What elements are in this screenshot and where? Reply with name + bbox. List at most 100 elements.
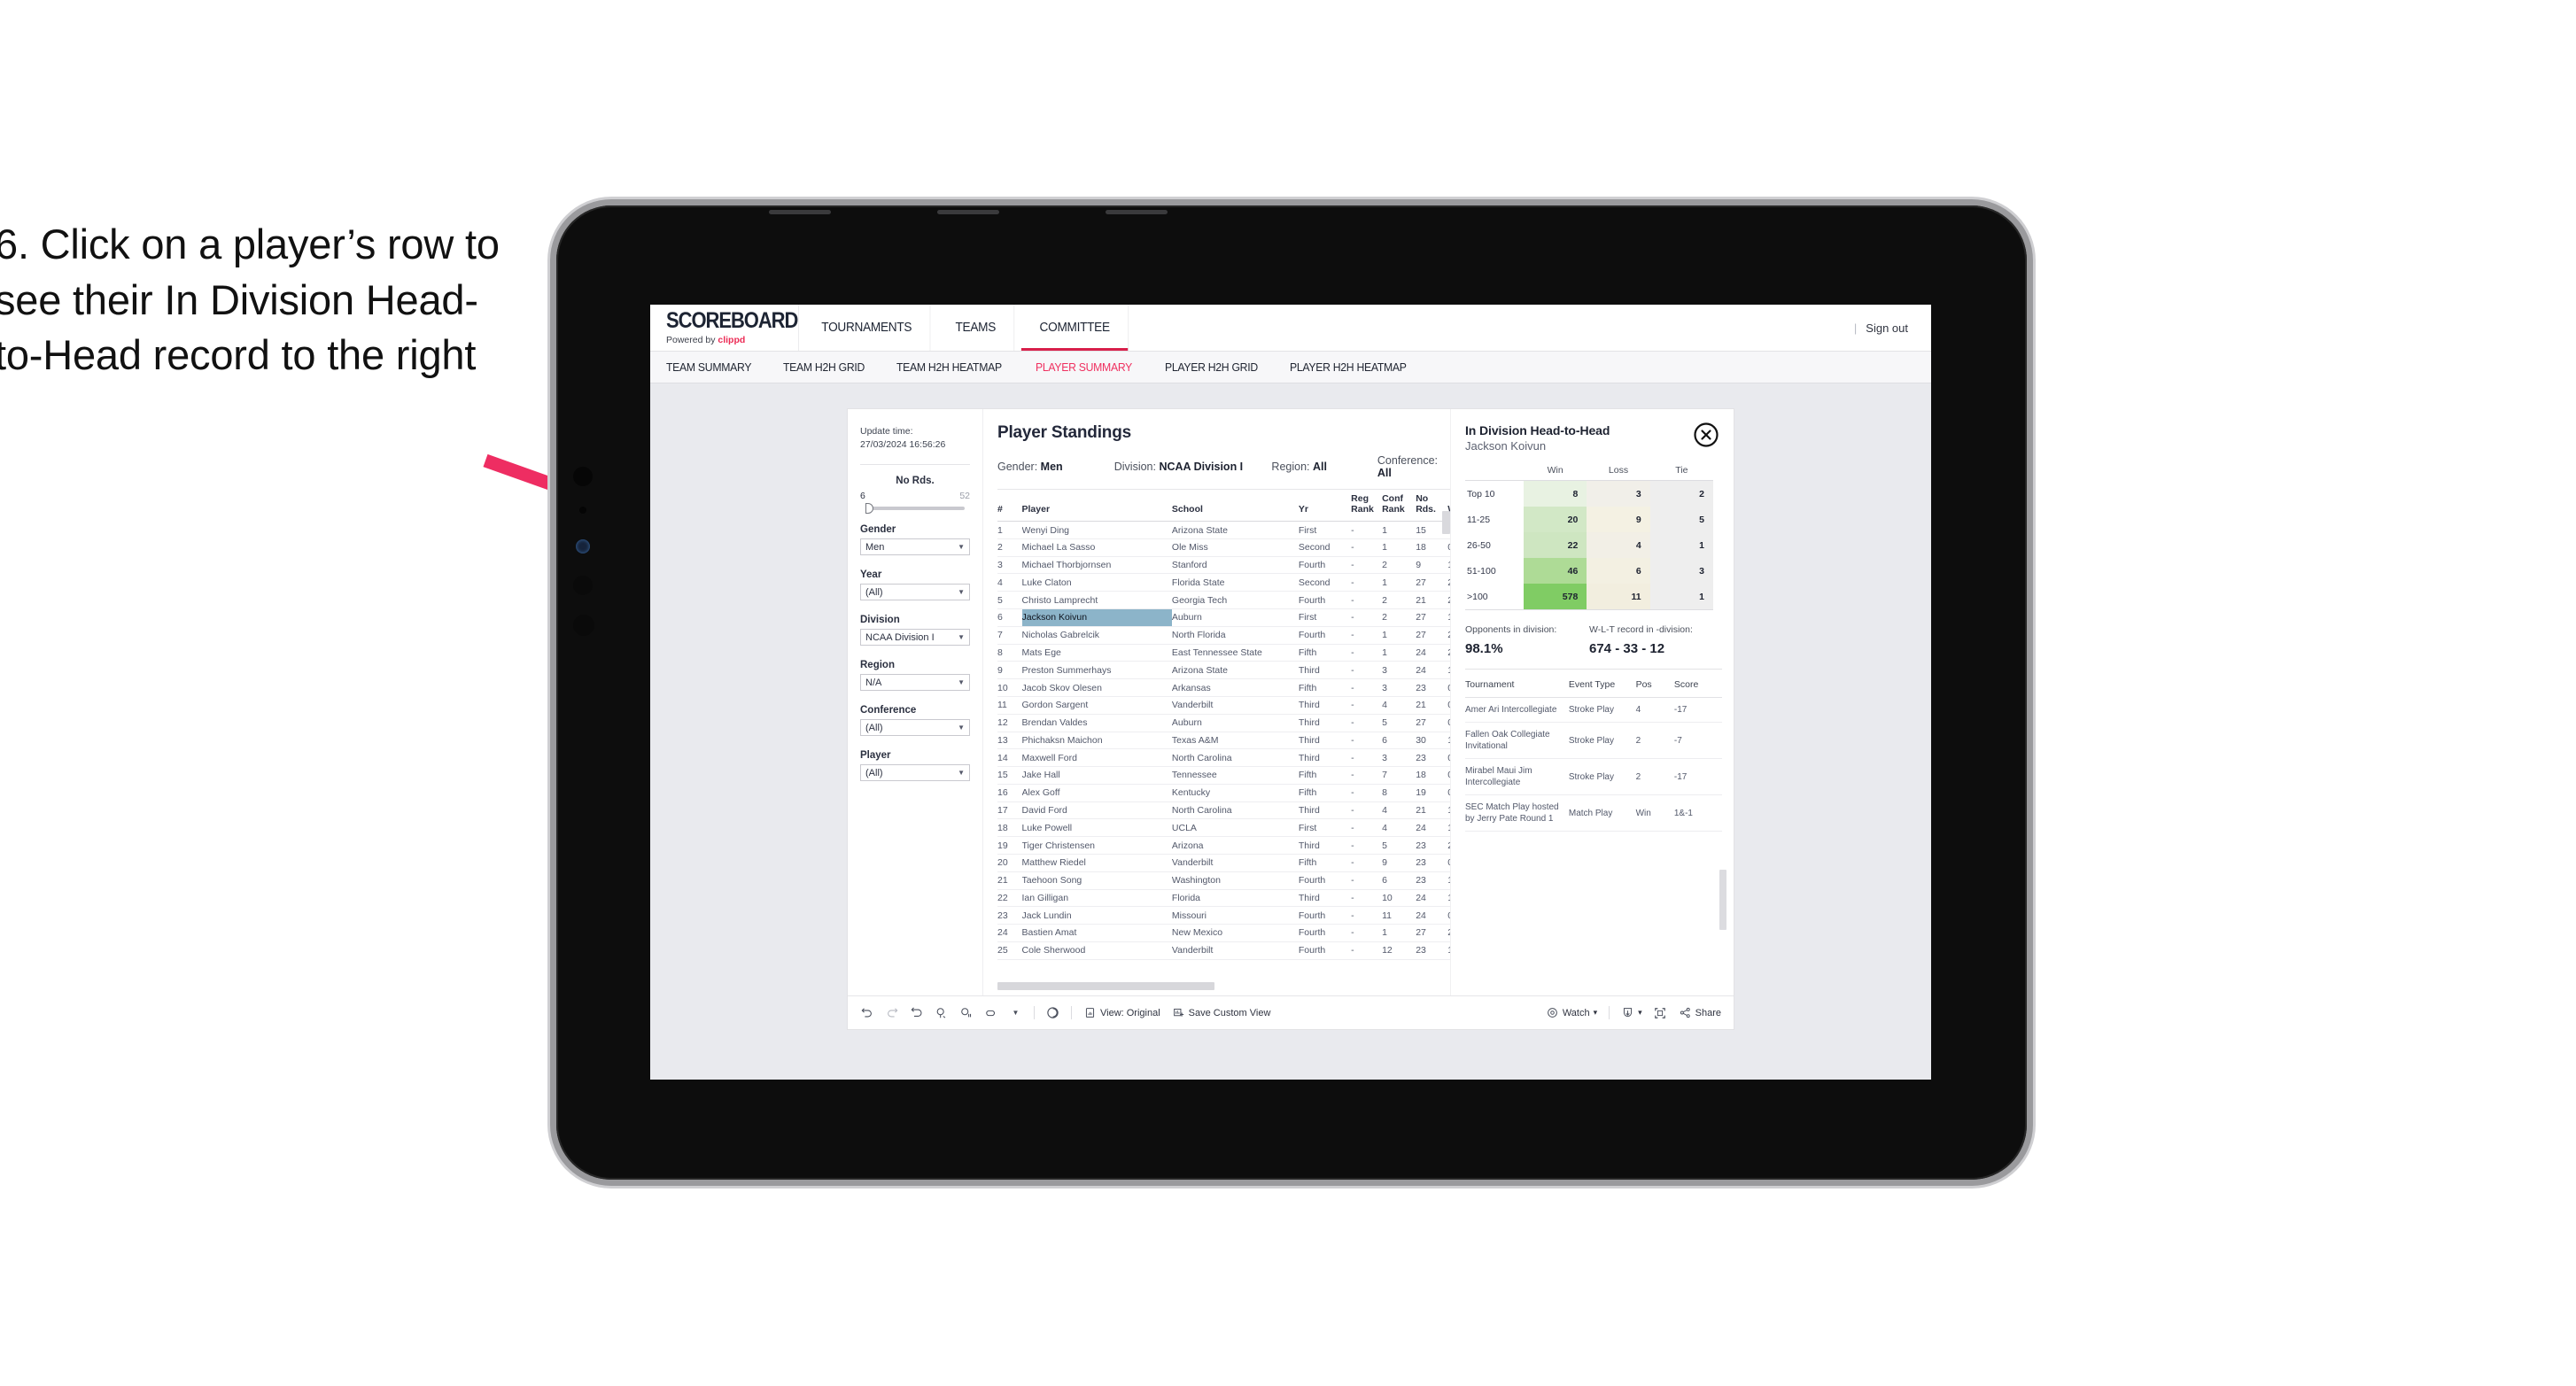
table-row[interactable]: 2Michael La SassoOle MissSecond-1180 [997,538,1450,557]
vertical-scrollbar[interactable] [1442,511,1450,865]
tab-player-h2h-grid[interactable]: PLAYER H2H GRID [1165,360,1258,374]
table-row[interactable]: 11Gordon SargentVanderbiltThird-4210 [997,696,1450,715]
col-pos[interactable]: Pos [1635,677,1674,698]
h2h-win-cell[interactable]: 46 [1524,558,1587,584]
h2h-tie-cell[interactable]: 1 [1649,584,1713,609]
table-row[interactable]: 22Ian GilliganFloridaThird-10241 [997,889,1450,908]
table-row[interactable]: 9 Preston Summerhays Arizona State Third -3 2… [997,661,1450,680]
tab-player-summary[interactable]: PLAYER SUMMARY [1036,360,1132,374]
list-item[interactable]: Fallen Oak Collegiate Invitational Stroke… [1465,722,1722,759]
filter-year-select[interactable]: (All) ▼ [860,584,970,601]
scrollbar-thumb[interactable] [1719,870,1726,930]
filter-gender-select[interactable]: Men ▼ [860,538,970,556]
chevron-down-icon[interactable]: ▼ [1009,1006,1022,1019]
table-row[interactable]: 12Brendan ValdesAuburnThird-5270 [997,714,1450,732]
table-row[interactable]: 17David FordNorth CarolinaThird-4211 [997,801,1450,820]
table-row[interactable]: 4Luke ClatonFlorida StateSecond-1272 [997,573,1450,592]
h2h-win-cell[interactable]: 22 [1524,532,1587,558]
view-original-button[interactable]: View: Original [1083,1006,1160,1019]
h2h-loss-cell[interactable]: 6 [1587,558,1650,584]
table-row[interactable]: 8Mats EgeEast Tennessee StateFifth-1242 [997,644,1450,662]
watch-button[interactable]: Watch ▾ [1546,1006,1597,1019]
col-player[interactable]: Player [1021,490,1172,523]
tournaments-scrollbar[interactable] [1719,870,1726,974]
h2h-win-cell[interactable]: 8 [1524,480,1587,507]
close-icon[interactable] [1693,422,1719,448]
sign-out-link[interactable]: Sign out [1866,321,1908,335]
table-row[interactable]: 10Jacob Skov OlesenArkansasFifth-3230 [997,678,1450,697]
col-event-type[interactable]: Event Type [1568,677,1636,698]
scrollbar-thumb[interactable] [1442,511,1450,534]
h2h-tie-cell[interactable]: 1 [1649,532,1713,558]
highlight-icon[interactable] [1046,1006,1059,1019]
revert-icon[interactable] [910,1006,923,1019]
filter-player-select[interactable]: (All) ▼ [860,764,970,782]
table-row[interactable]: 1Wenyi DingArizona StateFirst-1151 [997,521,1450,539]
table-row[interactable]: 5 Christo Lamprecht Georgia Tech Fourth -2 21… [997,591,1450,610]
col-tournament[interactable]: Tournament [1465,677,1569,698]
table-row[interactable]: 7 Nicholas Gabrelcik North Florida Fourth -1… [997,626,1450,645]
h2h-loss-cell[interactable]: 11 [1587,584,1650,609]
pan-icon[interactable] [984,1006,997,1019]
fullscreen-icon[interactable] [1654,1006,1667,1019]
list-item[interactable]: Amer Ari Intercollegiate Stroke Play 4 -17 [1465,697,1722,723]
filter-region-select[interactable]: N/A ▼ [860,674,970,692]
table-row[interactable]: 24Bastien AmatNew MexicoFourth-1272 [997,924,1450,942]
table-row[interactable]: 14Maxwell FordNorth CarolinaThird-3230 [997,748,1450,768]
undo-icon[interactable] [860,1006,873,1019]
col-score[interactable]: Score [1673,677,1722,698]
slider-handle[interactable] [865,503,873,515]
tab-team-summary[interactable]: TEAM SUMMARY [666,360,751,374]
table-row[interactable]: 19Tiger ChristensenArizonaThird-5232 [997,836,1450,855]
list-item[interactable]: SEC Match Play hosted by Jerry Pate Roun… [1465,794,1722,832]
divider [1465,609,1713,610]
nav-tournaments[interactable]: TOURNAMENTS [803,305,931,351]
table-row[interactable]: 18Luke PowellUCLAFirst-4241 [997,818,1450,838]
h2h-loss-cell[interactable]: 4 [1587,532,1650,558]
share-button[interactable]: Share [1679,1006,1721,1019]
h2h-loss-cell[interactable]: 9 [1587,507,1650,532]
redo-icon[interactable] [885,1006,898,1019]
table-row[interactable]: 16Alex GoffKentuckyFifth-8190 [997,784,1450,802]
tab-player-h2h-heatmap[interactable]: PLAYER H2H HEATMAP [1290,360,1407,374]
h2h-tie-cell[interactable]: 3 [1649,558,1713,584]
filter-conference-select[interactable]: (All) ▼ [860,719,970,737]
tab-team-h2h-heatmap[interactable]: TEAM H2H HEATMAP [896,360,1002,374]
download-button[interactable]: ▾ [1621,1006,1642,1019]
table-row[interactable]: 21Taehoon SongWashingtonFourth-6231 [997,871,1450,890]
col-school[interactable]: School [1171,490,1299,523]
cell-rank: 7 [997,626,1022,645]
col-reg-rank[interactable]: Reg Rank [1351,490,1383,523]
h2h-win-cell[interactable]: 20 [1524,507,1587,532]
table-row[interactable]: 25Cole SherwoodVanderbiltFourth-12231 [997,941,1450,960]
save-custom-view-button[interactable]: Save Custom View [1172,1006,1270,1019]
horizontal-scrollbar[interactable] [997,982,1450,990]
cell-school: Arizona State [1171,661,1299,680]
tab-team-h2h-grid[interactable]: TEAM H2H GRID [783,360,865,374]
col-conf-rank[interactable]: Conf Rank [1382,490,1416,523]
refresh-icon[interactable] [935,1006,948,1019]
table-row[interactable]: 23Jack LundinMissouriFourth-11240 [997,906,1450,925]
table-row[interactable]: 6Jackson KoivunAuburnFirst-2271 [997,608,1450,627]
h2h-win-cell[interactable]: 578 [1524,584,1587,609]
cell-no-rds: 23 [1416,941,1448,960]
standings-table-scroll[interactable]: # Player School Yr Reg Rank Conf Rank No… [983,490,1450,995]
no-rounds-slider[interactable] [865,503,965,515]
scrollbar-thumb[interactable] [997,982,1214,990]
nav-teams[interactable]: TEAMS [937,305,1016,351]
list-item[interactable]: Mirabel Maui Jim Intercollegiate Stroke P… [1465,758,1722,795]
h2h-loss-cell[interactable]: 3 [1587,480,1650,507]
nav-committee[interactable]: COMMITTEE [1020,305,1129,351]
col-rank[interactable]: # [997,490,1022,523]
app-logo[interactable]: SCOREBOARD Powered by clippd [650,305,799,351]
pause-refresh-icon[interactable] [959,1006,973,1019]
table-row[interactable]: 15Jake HallTennesseeFifth-7180 [997,766,1450,785]
cell-school: Washington [1171,871,1299,890]
table-row[interactable]: 3Michael ThorbjornsenStanfordFourth-291 [997,556,1450,575]
h2h-tie-cell[interactable]: 5 [1649,507,1713,532]
table-row[interactable]: 13Phichaksn MaichonTexas A&MThird-6301 [997,732,1450,750]
h2h-tie-cell[interactable]: 2 [1649,480,1713,507]
filter-division-select[interactable]: NCAA Division I ▼ [860,629,970,647]
col-yr[interactable]: Yr [1298,490,1352,523]
table-row[interactable]: 20Matthew RiedelVanderbiltFifth-9230 [997,854,1450,872]
